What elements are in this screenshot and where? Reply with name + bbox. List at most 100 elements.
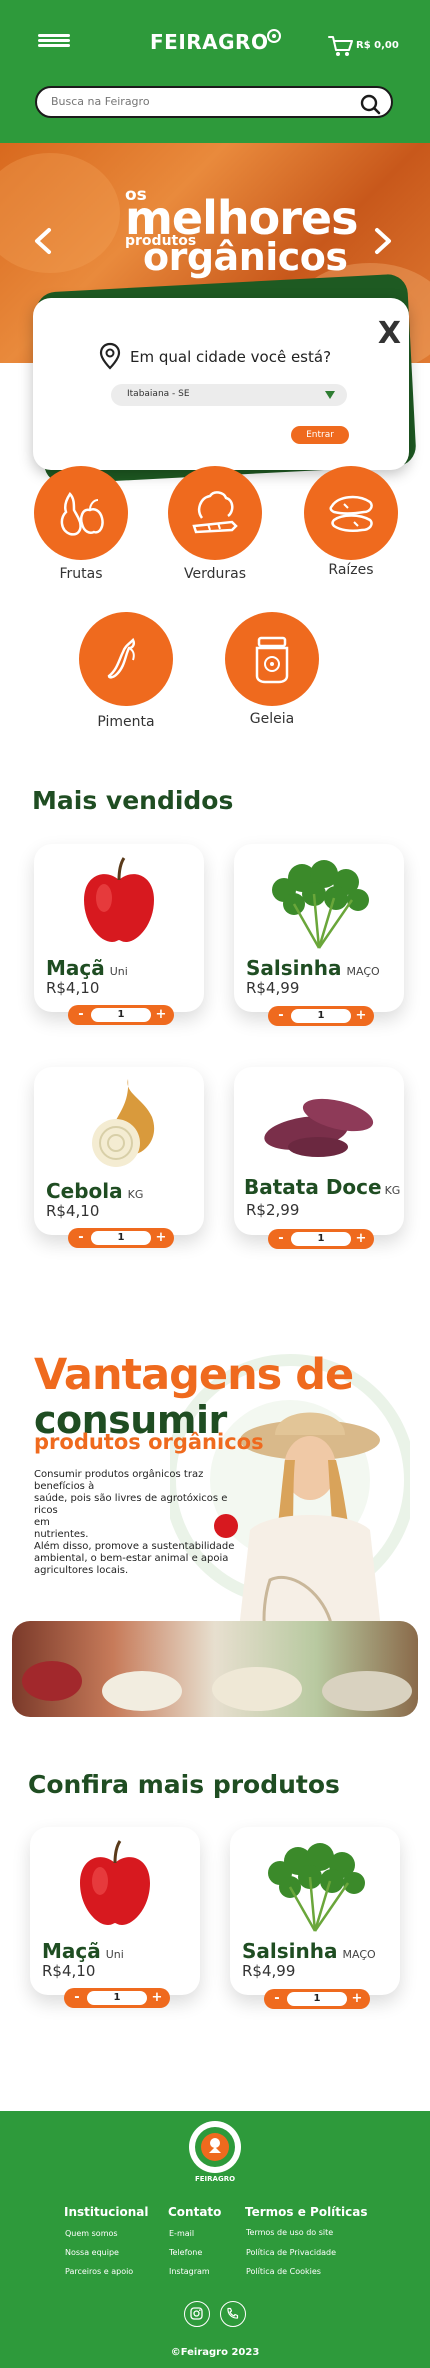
footer-link[interactable]: Parceiros e apoio — [65, 2267, 133, 2276]
menu-icon[interactable] — [38, 34, 70, 48]
increase-button[interactable]: + — [352, 1229, 370, 1249]
text-line: Consumir produtos orgânicos traz — [34, 1469, 204, 1480]
decrease-button[interactable]: - — [68, 1988, 86, 2008]
decrease-button[interactable]: - — [272, 1229, 290, 1249]
more-products-title: Confira mais produtos — [28, 1770, 340, 1799]
instagram-button[interactable] — [184, 2301, 210, 2327]
product-unit: KG — [384, 1184, 401, 1197]
quantity-value[interactable]: 1 — [87, 1991, 147, 2005]
category-pimenta[interactable] — [79, 612, 173, 706]
quantity-value[interactable]: 1 — [91, 1231, 151, 1245]
quantity-value[interactable]: 1 — [291, 1232, 351, 1246]
advantages-title-line1: Vantagens de — [34, 1350, 354, 1400]
advantages-paragraph-2: Além disso, promove a sustentabilidade a… — [34, 1541, 254, 1577]
cart-icon[interactable] — [328, 34, 354, 58]
phone-button[interactable] — [220, 2301, 246, 2327]
product-card-batata-doce[interactable]: Batata Doce KG R$2,99 — [234, 1067, 404, 1235]
product-price: R$4,10 — [42, 1962, 96, 1980]
search-bar[interactable] — [35, 86, 393, 118]
search-input[interactable] — [51, 95, 351, 108]
cart-total[interactable]: R$ 0,00 — [356, 40, 399, 51]
increase-button[interactable]: + — [352, 1006, 370, 1026]
product-price: R$4,99 — [242, 1962, 296, 1980]
footer-link[interactable]: Instagram — [169, 2267, 210, 2276]
quantity-stepper[interactable]: - 1 + — [268, 1229, 374, 1249]
footer-logo-text: FEIRAGRO — [194, 2175, 236, 2183]
quantity-value[interactable]: 1 — [291, 1009, 351, 1023]
copyright: ©Feiragro 2023 — [170, 2347, 260, 2358]
increase-button[interactable]: + — [148, 1988, 166, 2008]
product-name: Salsinha MAÇO — [246, 956, 380, 980]
onion-image — [92, 1079, 155, 1167]
category-label[interactable]: Verduras — [155, 566, 275, 582]
footer-link[interactable]: E-mail — [169, 2229, 194, 2238]
carousel-prev-icon[interactable] — [32, 227, 54, 255]
product-unit: Uni — [109, 965, 128, 978]
product-unit: Uni — [105, 1948, 124, 1961]
product-card-salsinha[interactable]: Salsinha MAÇO R$4,99 — [234, 844, 404, 1012]
city-question: Em qual cidade você está? — [130, 348, 332, 366]
category-label[interactable]: Pimenta — [66, 714, 186, 730]
product-card-cebola[interactable]: Cebola KG R$4,10 — [34, 1067, 204, 1235]
decrease-button[interactable]: - — [72, 1228, 90, 1248]
product-price: R$4,10 — [46, 979, 100, 997]
quantity-stepper[interactable]: - 1 + — [68, 1228, 174, 1248]
product-card-maca[interactable]: Maçã Uni R$4,10 — [30, 1827, 200, 1995]
text-line: agricultores locais. — [34, 1565, 129, 1576]
city-modal: X Em qual cidade você está? Itabaiana - … — [33, 298, 409, 470]
product-name: Salsinha MAÇO — [242, 1939, 376, 1963]
close-icon[interactable]: X — [378, 316, 401, 351]
quantity-stepper[interactable]: - 1 + — [268, 1006, 374, 1026]
product-card-salsinha[interactable]: Salsinha MAÇO R$4,99 — [230, 1827, 400, 1995]
apple-image — [84, 857, 154, 942]
advantages-paragraph-1: Consumir produtos orgânicos traz benefíc… — [34, 1469, 254, 1541]
product-name: Maçã Uni — [46, 956, 128, 980]
decrease-button[interactable]: - — [72, 1005, 90, 1025]
footer-link[interactable]: Quem somos — [65, 2229, 118, 2238]
category-verduras[interactable] — [168, 466, 262, 560]
product-card-maca[interactable]: Maçã Uni R$4,10 — [34, 844, 204, 1012]
market-produce-image — [12, 1621, 418, 1717]
city-select[interactable]: Itabaiana - SE — [111, 384, 347, 406]
category-frutas[interactable] — [34, 466, 128, 560]
increase-button[interactable]: + — [152, 1228, 170, 1248]
footer-column-title: Contato — [168, 2205, 222, 2219]
logo[interactable]: FEIRAGRO — [150, 29, 282, 54]
phone-icon — [227, 2307, 239, 2319]
footer-link[interactable]: Política de Privacidade — [246, 2248, 336, 2257]
decrease-button[interactable]: - — [272, 1006, 290, 1026]
footer-column-title: Termos e Políticas — [245, 2205, 368, 2219]
logo-badge-icon — [195, 2127, 235, 2167]
footer-logo[interactable] — [189, 2121, 241, 2173]
category-label[interactable]: Raízes — [291, 562, 411, 578]
text-line: saúde, pois são livres de agrotóxicos e … — [34, 1493, 228, 1516]
footer-link[interactable]: Política de Cookies — [246, 2267, 321, 2276]
decrease-button[interactable]: - — [268, 1989, 286, 2009]
product-name-text: Batata Doce — [244, 1175, 382, 1199]
quantity-stepper[interactable]: - 1 + — [264, 1989, 370, 2009]
pear-apple-icon — [60, 492, 104, 536]
carousel-next-icon[interactable] — [372, 227, 394, 255]
category-raizes[interactable] — [304, 466, 398, 560]
increase-button[interactable]: + — [152, 1005, 170, 1025]
product-name: Maçã Uni — [42, 1939, 124, 1963]
product-name-text: Maçã — [42, 1939, 101, 1963]
hero-bg-shape — [0, 153, 120, 273]
footer-link[interactable]: Termos de uso do site — [246, 2228, 333, 2237]
increase-button[interactable]: + — [348, 1989, 366, 2009]
category-label[interactable]: Geleia — [212, 711, 332, 727]
category-geleia[interactable] — [225, 612, 319, 706]
product-unit: MAÇO — [346, 965, 380, 978]
quantity-stepper[interactable]: - 1 + — [68, 1005, 174, 1025]
enter-button[interactable]: Entrar — [291, 426, 349, 444]
quantity-value[interactable]: 1 — [91, 1008, 151, 1022]
instagram-icon — [190, 2307, 203, 2320]
quantity-value[interactable]: 1 — [287, 1992, 347, 2006]
category-label[interactable]: Frutas — [21, 566, 141, 582]
text-line: nutrientes. — [34, 1529, 89, 1540]
search-icon[interactable] — [359, 93, 381, 115]
location-pin-icon — [99, 342, 121, 370]
footer-link[interactable]: Telefone — [169, 2248, 202, 2257]
quantity-stepper[interactable]: - 1 + — [64, 1988, 170, 2008]
footer-link[interactable]: Nossa equipe — [65, 2248, 119, 2257]
